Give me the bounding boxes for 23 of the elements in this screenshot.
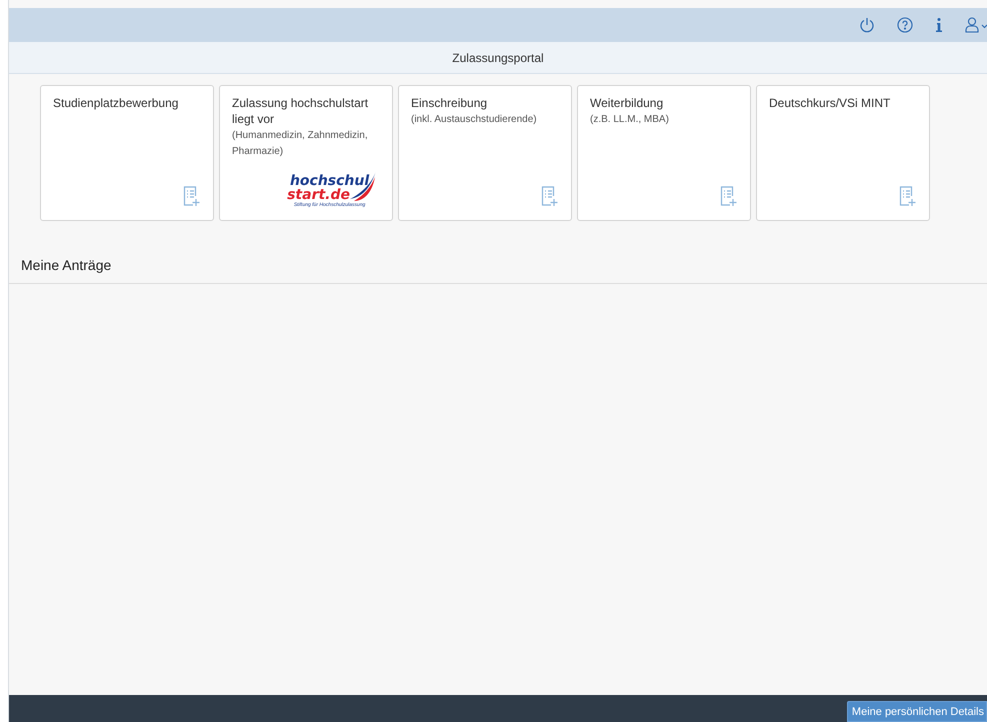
personal-details-button[interactable]: Meine persönlichen Details	[846, 701, 987, 722]
application-tile[interactable]: Deutschkurs/VSi MINT	[756, 85, 930, 221]
add-document-icon	[541, 186, 559, 208]
application-tile[interactable]: Weiterbildung (z.B. LL.M., MBA)	[577, 85, 751, 221]
tile-subtitle: (inkl. Austauschstudierende)	[411, 113, 538, 127]
tile-title: Zulassung hochschulstart liegt vor	[232, 95, 370, 127]
tile-title: Weiterbildung	[590, 95, 664, 111]
tile-title: Studienplatzbewerbung	[53, 95, 180, 111]
add-document-icon	[720, 186, 738, 208]
user-menu-icon[interactable]	[965, 17, 987, 33]
tile-title: Deutschkurs/VSi MINT	[769, 95, 892, 111]
help-icon[interactable]	[897, 17, 913, 33]
info-icon[interactable]	[935, 17, 943, 33]
add-document-icon	[183, 186, 201, 208]
tile-title: Einschreibung	[411, 95, 488, 111]
application-tile[interactable]: Einschreibung (inkl. Austauschstudierende)	[398, 85, 572, 221]
power-icon[interactable]	[859, 17, 875, 33]
add-document-icon	[899, 186, 917, 208]
section-title: Meine Anträge	[21, 257, 112, 273]
tile-subtitle: (Humanmedizin, Zahnmedizin, Pharmazie)	[232, 129, 369, 159]
tile-subtitle: (z.B. LL.M., MBA)	[590, 113, 670, 127]
portal-title: Zulassungsportal	[452, 50, 544, 64]
application-tile[interactable]: Studienplatzbewerbung	[40, 85, 214, 221]
